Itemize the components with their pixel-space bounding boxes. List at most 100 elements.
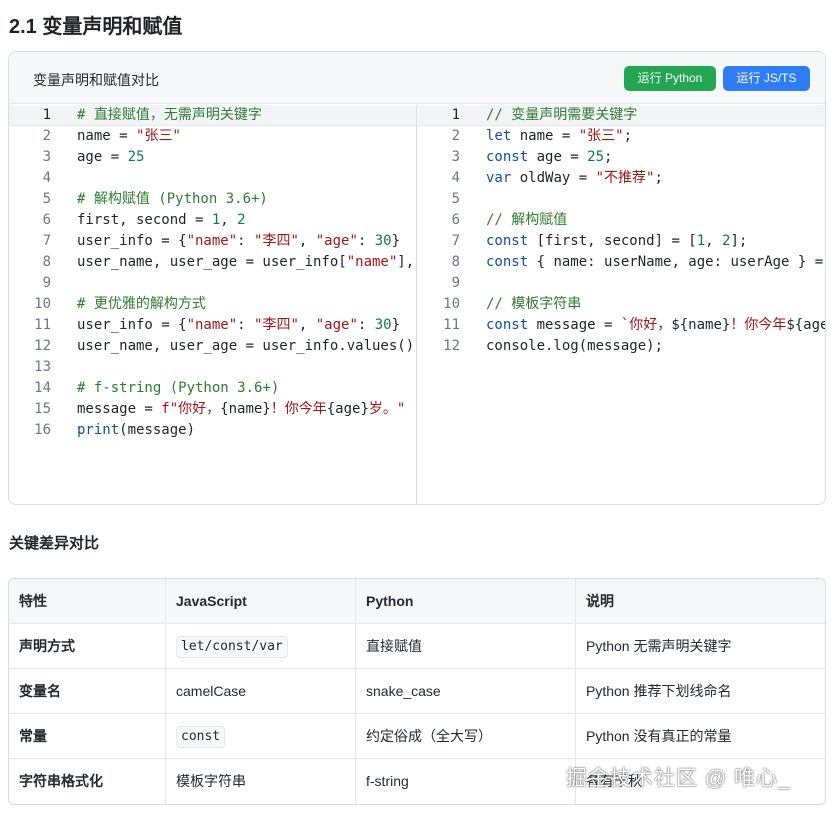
diff-title: 关键差异对比 [9,535,100,552]
code-token: 25 [127,149,145,165]
code-token: "name" [186,233,238,249]
code-text: # f-string (Python 3.6+) [77,378,279,399]
line-number: 3 [451,149,460,165]
line-number: 9 [451,275,460,291]
run-python-button[interactable]: 运行 Python [624,66,716,91]
code-text: # 直接赋值，无需声明关键字 [77,105,262,126]
code-line: 15 message = f"你好，{name}！你今年{age}岁。" [9,399,416,420]
code-token: : [357,317,375,333]
code-token: "张三" [578,128,624,144]
code-text: const message = `你好，${name}！你今年${age [486,315,825,336]
code-token: : [237,233,255,249]
code-token: const [486,149,529,165]
code-token: # 解构赋值 (Python 3.6+) [77,191,268,207]
code-line: 9 [9,273,416,294]
line-number: 9 [42,275,51,291]
code-text: user_info = {"name": "李四", "age": 30} [77,231,400,252]
code-token: // 模板字符串 [486,296,582,312]
code-line: 2 name = "张三" [9,126,416,147]
line-number: 10 [443,296,460,312]
code-token: print [77,422,120,438]
line-number: 10 [34,296,51,312]
code-text: console.log(message); [486,336,663,357]
line-number: 7 [451,233,460,249]
code-line: 1 // 变量声明需要关键字 [418,105,825,126]
cell-javascript: 模板字符串 [166,759,356,804]
code-token: "name" [186,317,238,333]
code-line: 6 first, second = 1, 2 [9,210,416,231]
table-header-row: 特性 JavaScript Python 说明 [9,579,825,624]
js-code-pane[interactable]: 1 // 变量声明需要关键字 2 let name = "张三"; 3 const age… [418,105,825,504]
code-token: # 更优雅的解构方式 [77,296,206,312]
code-token: let [486,128,512,144]
code-token: ${name} [671,317,731,333]
code-token: , [220,212,238,228]
code-token: user_info = { [77,233,187,249]
code-text: // 模板字符串 [486,294,581,315]
cell-python: 约定俗成（全大写） [356,714,576,759]
code-token: first, second = [77,212,212,228]
code-text: print(message) [77,420,195,441]
inline-code: let/const/var [176,636,288,659]
code-text: const { name: userName, age: userAge } = [486,252,825,273]
code-text: user_info = {"name": "李四", "age": 30} [77,315,400,336]
code-line: 12 user_name, user_age = user_info.values… [9,336,416,357]
line-number: 5 [42,191,51,207]
python-code-pane[interactable]: 1 # 直接赋值，无需声明关键字 2 name = "张三" 3 age = 25 4 5 # … [9,105,417,504]
section-title: 2.1 变量声明和赋值 [9,16,183,38]
table-row: 常量 const 约定俗成（全大写） Python 没有真正的常量 [9,714,825,759]
cell-python: f-string [356,759,576,804]
code-token: 30 [374,317,392,333]
code-token: , [298,317,316,333]
line-number: 5 [451,191,460,207]
run-js-button[interactable]: 运行 JS/TS [723,66,810,91]
code-token: : [357,233,375,249]
line-number: 15 [34,401,51,417]
line-number: 11 [443,317,460,333]
line-number: 12 [443,338,460,354]
inline-code: const [176,726,226,749]
code-text: # 解构赋值 (Python 3.6+) [77,189,268,210]
code-line: 4 var oldWay = "不推荐"; [418,168,825,189]
code-token: 1 [696,233,706,249]
code-token: user_name, user_age = user_info[ [77,254,347,270]
cell-feature: 常量 [9,714,166,759]
code-token: ！你今年 [730,317,787,333]
line-number: 11 [34,317,51,333]
code-token: {name} [220,401,271,417]
code-token: 30 [374,233,392,249]
code-line: 8 const { name: userName, age: userAge } … [418,252,825,273]
cell-note: Python 推荐下划线命名 [586,683,732,699]
code-token: console.log(message); [486,338,664,354]
code-line: 11 user_info = {"name": "李四", "age": 30} [9,315,416,336]
code-token: # 直接赋值，无需声明关键字 [77,107,262,123]
header-javascript: JavaScript [166,579,356,624]
code-text: // 解构赋值 [486,210,567,231]
code-text: name = "张三" [77,126,181,147]
line-number: 1 [42,107,51,123]
cell-feature: 声明方式 [9,624,166,669]
code-token: oldWay = [511,170,596,186]
code-line: 3 age = 25 [9,147,416,168]
code-token: "name" [346,254,398,270]
code-line: 9 [418,273,825,294]
code-line: 3 const age = 25; [418,147,825,168]
code-line: 4 [9,168,416,189]
code-token: : [237,317,255,333]
code-line: 8 user_name, user_age = user_info["name"]… [9,252,416,273]
line-number: 3 [42,149,51,165]
code-token: {age} [326,401,369,417]
code-token: "不推荐" [595,170,655,186]
code-token: name = [511,128,579,144]
code-text: user_name, user_age = user_info.values() [77,336,414,357]
code-token: } [391,317,401,333]
code-token: [first, second] = [ [528,233,697,249]
code-token: // 解构赋值 [486,212,568,228]
code-line: 6 // 解构赋值 [418,210,825,231]
cell-python: 直接赋值 [356,624,576,669]
code-token: ; [623,128,633,144]
code-token: "age" [315,317,358,333]
code-token: // 变量声明需要关键字 [486,107,638,123]
line-number: 8 [42,254,51,270]
code-text: user_name, user_age = user_info["name"], [77,252,414,273]
